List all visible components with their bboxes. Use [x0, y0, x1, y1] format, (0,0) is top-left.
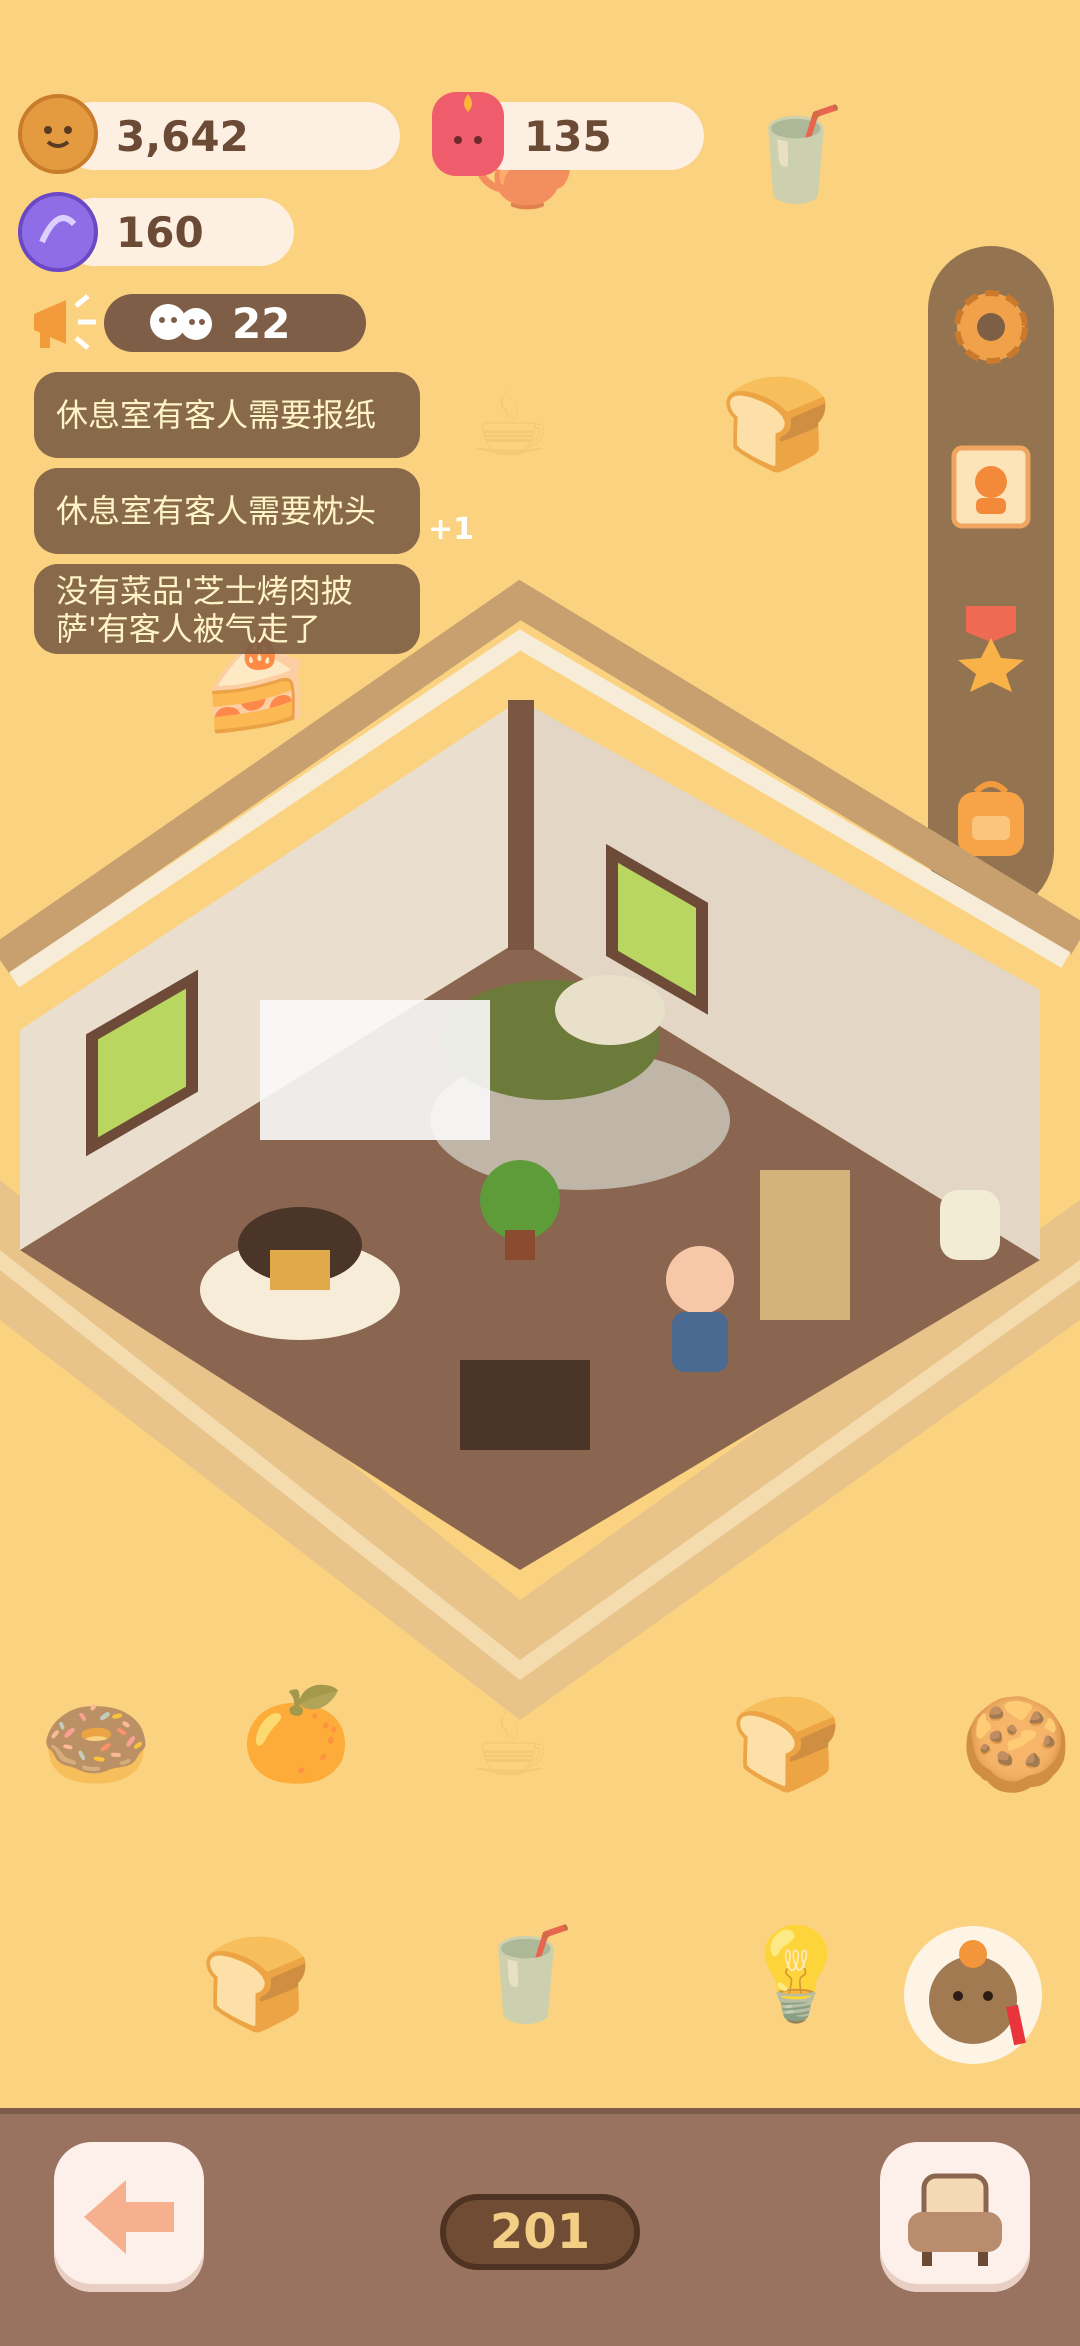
room-number: 201: [489, 2204, 591, 2260]
notification-count-badge: +1: [428, 512, 475, 547]
guests-icon: [146, 296, 220, 350]
settings-gear-icon[interactable]: [946, 282, 1036, 372]
customer-card-icon[interactable]: [946, 442, 1036, 532]
background-doodle: 🍞: [720, 372, 833, 477]
candle-icon: [432, 92, 504, 176]
background-doodle: ☕: [470, 372, 551, 477]
megaphone-icon[interactable]: [26, 286, 106, 358]
candle-count: 135: [524, 111, 612, 161]
room-divider: [260, 1000, 490, 1140]
background-doodle: 🥤: [740, 102, 853, 207]
dresser: [460, 1360, 590, 1450]
folding-screen: [760, 1170, 850, 1320]
cookie-icon: [18, 94, 98, 174]
guests-counter[interactable]: 22: [104, 294, 366, 352]
potted-plant: [480, 1160, 560, 1240]
background-doodle: 🥤: [470, 1922, 583, 2027]
background-doodle: 🍞: [200, 1932, 313, 2037]
cookie-counter[interactable]: 3,642: [60, 102, 400, 170]
toilet: [940, 1190, 1000, 1260]
notification-text: 休息室有客人需要报纸: [56, 395, 377, 434]
armchair-icon: [908, 2173, 1002, 2266]
notification-text: 休息室有客人需要枕头: [56, 491, 377, 530]
candle-counter[interactable]: 135: [470, 102, 704, 170]
notification-message[interactable]: 休息室有客人需要报纸: [34, 372, 420, 458]
guest-character: [666, 1246, 734, 1314]
assistant-cat-icon[interactable]: [904, 1926, 1042, 2064]
back-arrow-icon: [84, 2180, 174, 2254]
notification-message[interactable]: 休息室有客人需要枕头: [34, 468, 420, 554]
background-doodle: 💡: [740, 1922, 853, 2027]
room-scene[interactable]: [0, 560, 1080, 1760]
cookie-count: 3,642: [116, 111, 249, 161]
back-button[interactable]: [54, 2142, 204, 2292]
gem-count: 160: [116, 207, 204, 257]
furniture-button[interactable]: [880, 2142, 1030, 2292]
guest-count: 22: [232, 298, 291, 348]
room-number-plate: 201: [440, 2194, 640, 2270]
candy-gem-icon: [18, 192, 98, 272]
